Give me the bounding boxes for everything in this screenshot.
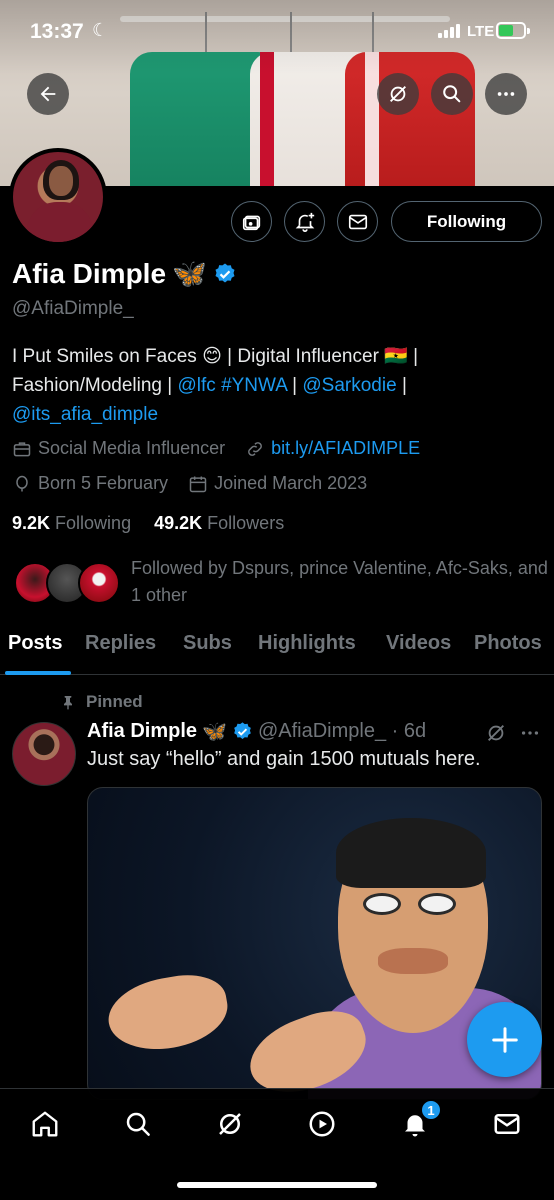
- more-icon: [497, 92, 515, 96]
- bio-link[interactable]: #YNWA: [221, 375, 287, 396]
- grok-icon[interactable]: [485, 722, 507, 744]
- avatar: [78, 562, 120, 604]
- followed-by-avatars[interactable]: [14, 562, 124, 606]
- more-button[interactable]: [485, 73, 527, 115]
- tab-replies[interactable]: Replies: [85, 632, 156, 655]
- bio-link[interactable]: @Sarkodie: [302, 375, 396, 396]
- butterfly-emoji: 🦋: [202, 721, 227, 743]
- profile-joined: Joined March 2023: [214, 473, 368, 493]
- followers-label: Followers: [207, 513, 285, 533]
- bio-link[interactable]: @its_afia_dimple: [12, 404, 158, 425]
- bell-plus-icon: [295, 212, 314, 232]
- profile-bio: I Put Smiles on Faces 😊 | Digital Influe…: [12, 342, 547, 429]
- butterfly-emoji: 🦋: [172, 258, 207, 289]
- video-icon: [309, 1111, 335, 1137]
- envelope-icon: [348, 214, 367, 229]
- follow-counts: 9.2K Following 49.2K Followers: [12, 513, 284, 534]
- profile-tabs: Posts Replies Subs Highlights Videos Pho…: [0, 627, 554, 675]
- tab-highlights[interactable]: Highlights: [258, 632, 356, 655]
- home-indicator: [177, 1182, 377, 1188]
- following-count-link[interactable]: 9.2K Following: [12, 513, 131, 533]
- bio-text: |: [396, 375, 407, 396]
- subscribe-icon: [242, 215, 260, 230]
- nav-home[interactable]: [28, 1107, 62, 1141]
- notify-button[interactable]: [284, 201, 325, 242]
- signal-icon: [438, 24, 460, 38]
- profile-name-text: Afia Dimple: [12, 257, 167, 289]
- post-more-icon[interactable]: [519, 722, 541, 744]
- followers-count-link[interactable]: 49.2K Followers: [154, 513, 284, 533]
- message-button[interactable]: [337, 201, 378, 242]
- battery-icon: [496, 22, 526, 39]
- followed-by-text[interactable]: Followed by Dspurs, prince Valentine, Af…: [131, 555, 551, 609]
- nav-grok[interactable]: [213, 1107, 247, 1141]
- compose-post-button[interactable]: [467, 1002, 542, 1077]
- grok-icon: [390, 86, 406, 102]
- tab-photos[interactable]: Photos: [474, 632, 542, 655]
- followers-count: 49.2K: [154, 513, 203, 533]
- grok-icon: [219, 1113, 241, 1135]
- status-bar: 13:37 ☾ LTE: [0, 18, 554, 48]
- bio-text: |: [286, 375, 303, 396]
- tab-subs[interactable]: Subs: [183, 632, 232, 655]
- arrow-left-icon: [40, 86, 56, 102]
- search-button[interactable]: [431, 73, 473, 115]
- following-count: 9.2K: [12, 513, 51, 533]
- post-author-name[interactable]: Afia Dimple: [87, 720, 197, 743]
- active-tab-indicator: [5, 671, 71, 675]
- grok-button[interactable]: [377, 73, 419, 115]
- verified-badge-icon: [234, 722, 251, 739]
- following-button[interactable]: Following: [391, 201, 542, 242]
- tab-posts[interactable]: Posts: [8, 632, 62, 655]
- link-icon: [248, 441, 262, 456]
- plus-icon: [491, 1026, 518, 1053]
- calendar-icon: [189, 476, 207, 492]
- pinned-label-row: Pinned: [60, 692, 143, 712]
- profile-name: Afia Dimple 🦋: [12, 257, 237, 290]
- search-icon: [126, 1112, 150, 1136]
- profile-category: Social Media Influencer: [38, 438, 226, 458]
- profile-birthday: Born 5 February: [38, 473, 169, 493]
- subscribe-button[interactable]: [231, 201, 272, 242]
- pin-icon: [64, 696, 72, 710]
- profile-handle: @AfiaDimple_: [12, 298, 134, 319]
- nav-search[interactable]: [121, 1107, 155, 1141]
- back-button[interactable]: [27, 73, 69, 115]
- profile-website-link[interactable]: bit.ly/AFIADIMPLE: [271, 438, 420, 459]
- do-not-disturb-icon: ☾: [92, 20, 109, 40]
- post-header: Afia Dimple 🦋 @AfiaDimple_ · 6d: [87, 719, 426, 744]
- profile-category-row: Social Media Influencer bit.ly/AFIADIMPL…: [12, 438, 420, 459]
- network-type: LTE: [467, 23, 495, 40]
- pinned-label: Pinned: [86, 692, 143, 711]
- tab-videos[interactable]: Videos: [386, 632, 451, 655]
- status-time: 13:37: [30, 20, 84, 43]
- balloon-icon: [16, 475, 28, 491]
- post-handle-time: @AfiaDimple_ · 6d: [257, 720, 427, 742]
- messages-icon: [494, 1114, 520, 1134]
- profile-dates-row: Born 5 February Joined March 2023: [12, 473, 367, 494]
- notification-badge: 1: [420, 1099, 442, 1121]
- briefcase-icon: [13, 441, 31, 456]
- profile-avatar[interactable]: [9, 148, 107, 246]
- verified-badge-icon[interactable]: [213, 262, 237, 286]
- bio-link[interactable]: @lfc: [177, 375, 215, 396]
- search-icon: [443, 85, 461, 103]
- post-text: Just say “hello” and gain 1500 mutuals h…: [87, 748, 481, 770]
- following-label: Following: [55, 513, 132, 533]
- home-icon: [32, 1111, 58, 1137]
- post-author-avatar[interactable]: [12, 722, 76, 786]
- nav-messages[interactable]: [490, 1107, 524, 1141]
- nav-video[interactable]: [305, 1107, 339, 1141]
